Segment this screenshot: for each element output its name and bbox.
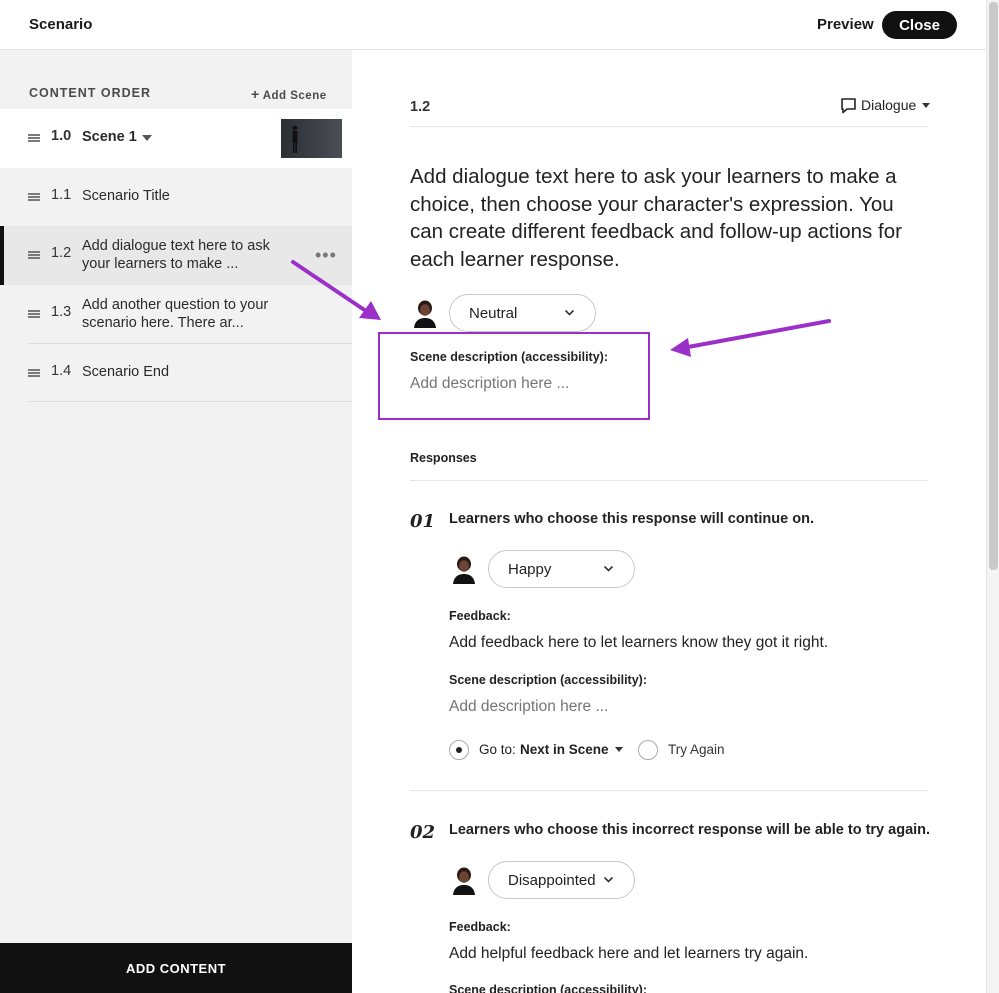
divider: [410, 790, 928, 791]
response-number: 02: [410, 822, 436, 843]
sidebar-item-label: Add dialogue text here to ask your learn…: [82, 238, 270, 272]
sidebar-item-1-1[interactable]: 1.1 Scenario Title: [0, 168, 352, 226]
scene-description-input[interactable]: [449, 698, 669, 716]
drag-handle-icon[interactable]: [28, 369, 40, 377]
expression-value: Happy: [508, 561, 552, 578]
drag-handle-icon[interactable]: [28, 134, 40, 142]
sidebar-item-1-3[interactable]: 1.3 Add another question to your scenari…: [0, 285, 352, 343]
block-type-label: Dialogue: [861, 97, 917, 113]
drag-handle-icon[interactable]: [28, 251, 40, 259]
top-bar: Scenario Preview Close: [0, 0, 986, 50]
drag-handle-icon[interactable]: [28, 310, 40, 318]
character-avatar: [449, 865, 479, 895]
plus-icon: +: [251, 86, 260, 102]
goto-select[interactable]: Next in Scene: [520, 742, 623, 757]
speech-bubble-icon: [841, 98, 856, 114]
add-content-button[interactable]: ADD CONTENT: [0, 943, 352, 993]
sidebar-item-label: Add another question to your scenario he…: [82, 297, 269, 331]
expression-value: Disappointed: [508, 872, 596, 889]
caret-down-icon: [614, 747, 623, 752]
block-type-select[interactable]: Dialogue: [840, 97, 931, 114]
scene-description-label: Scene description (accessibility):: [449, 983, 647, 993]
content-order-sidebar: CONTENT ORDER + Add Scene 1.0 Scene 1 1.1…: [0, 50, 352, 993]
expression-select[interactable]: Neutral: [449, 294, 596, 332]
goto-label: Go to:: [479, 742, 516, 757]
add-scene-button[interactable]: + Add Scene: [251, 86, 327, 102]
scene-thumbnail: [281, 119, 342, 158]
block-editor: 1.2 Dialogue Add dialogue text here to a…: [352, 50, 986, 993]
block-number: 1.2: [410, 99, 431, 115]
responses-title: Responses: [410, 451, 477, 465]
scrollbar-thumb[interactable]: [989, 2, 998, 570]
content-order-title: CONTENT ORDER: [29, 86, 152, 100]
try-again-radio[interactable]: [638, 740, 658, 760]
sidebar-item-1-2[interactable]: 1.2 Add dialogue text here to ask your l…: [0, 226, 352, 285]
response-text[interactable]: Learners who choose this incorrect respo…: [449, 822, 930, 838]
feedback-text[interactable]: Add feedback here to let learners know t…: [449, 634, 828, 652]
sidebar-item-number: 1.0: [51, 128, 72, 144]
preview-button[interactable]: Preview: [817, 16, 874, 33]
chevron-down-icon: [603, 565, 614, 572]
close-button[interactable]: Close: [882, 11, 957, 39]
drag-handle-icon[interactable]: [28, 193, 40, 201]
more-options-icon[interactable]: •••: [315, 246, 337, 264]
sidebar-item-number: 1.1: [51, 187, 72, 203]
sidebar-item-scene[interactable]: 1.0 Scene 1: [0, 109, 352, 168]
app-title: Scenario: [29, 16, 93, 33]
divider: [410, 126, 928, 127]
goto-radio[interactable]: [449, 740, 469, 760]
scrollbar[interactable]: [986, 0, 999, 993]
try-again-label: Try Again: [668, 742, 725, 757]
sidebar-item-number: 1.3: [51, 304, 72, 320]
scene-description-input[interactable]: [410, 375, 630, 393]
character-figure-icon: [292, 125, 298, 153]
scene-description-label: Scene description (accessibility):: [410, 350, 608, 364]
chevron-down-icon: [564, 309, 575, 316]
caret-down-icon[interactable]: [142, 135, 152, 141]
divider: [28, 401, 352, 402]
response-number: 01: [410, 511, 436, 532]
sidebar-item-label: Scenario End: [82, 364, 170, 380]
caret-down-icon: [922, 103, 931, 108]
expression-value: Neutral: [469, 305, 518, 322]
sidebar-item-1-4[interactable]: 1.4 Scenario End: [0, 344, 352, 402]
chevron-down-icon: [603, 876, 614, 883]
add-scene-label: Add Scene: [262, 90, 327, 102]
sidebar-item-number: 1.2: [51, 245, 72, 261]
divider: [410, 480, 928, 481]
sidebar-item-label: Scene 1: [82, 129, 137, 145]
expression-select[interactable]: Happy: [488, 550, 635, 588]
dialogue-text[interactable]: Add dialogue text here to ask your learn…: [410, 163, 920, 273]
feedback-label: Feedback:: [449, 609, 511, 623]
feedback-label: Feedback:: [449, 920, 511, 934]
character-avatar: [449, 554, 479, 584]
goto-value: Next in Scene: [520, 742, 609, 757]
scene-description-label: Scene description (accessibility):: [449, 673, 647, 687]
expression-select[interactable]: Disappointed: [488, 861, 635, 899]
response-text[interactable]: Learners who choose this response will c…: [449, 511, 814, 527]
feedback-text[interactable]: Add helpful feedback here and let learne…: [449, 945, 808, 963]
sidebar-item-label: Scenario Title: [82, 188, 170, 204]
character-avatar: [410, 298, 440, 328]
sidebar-item-number: 1.4: [51, 363, 72, 379]
